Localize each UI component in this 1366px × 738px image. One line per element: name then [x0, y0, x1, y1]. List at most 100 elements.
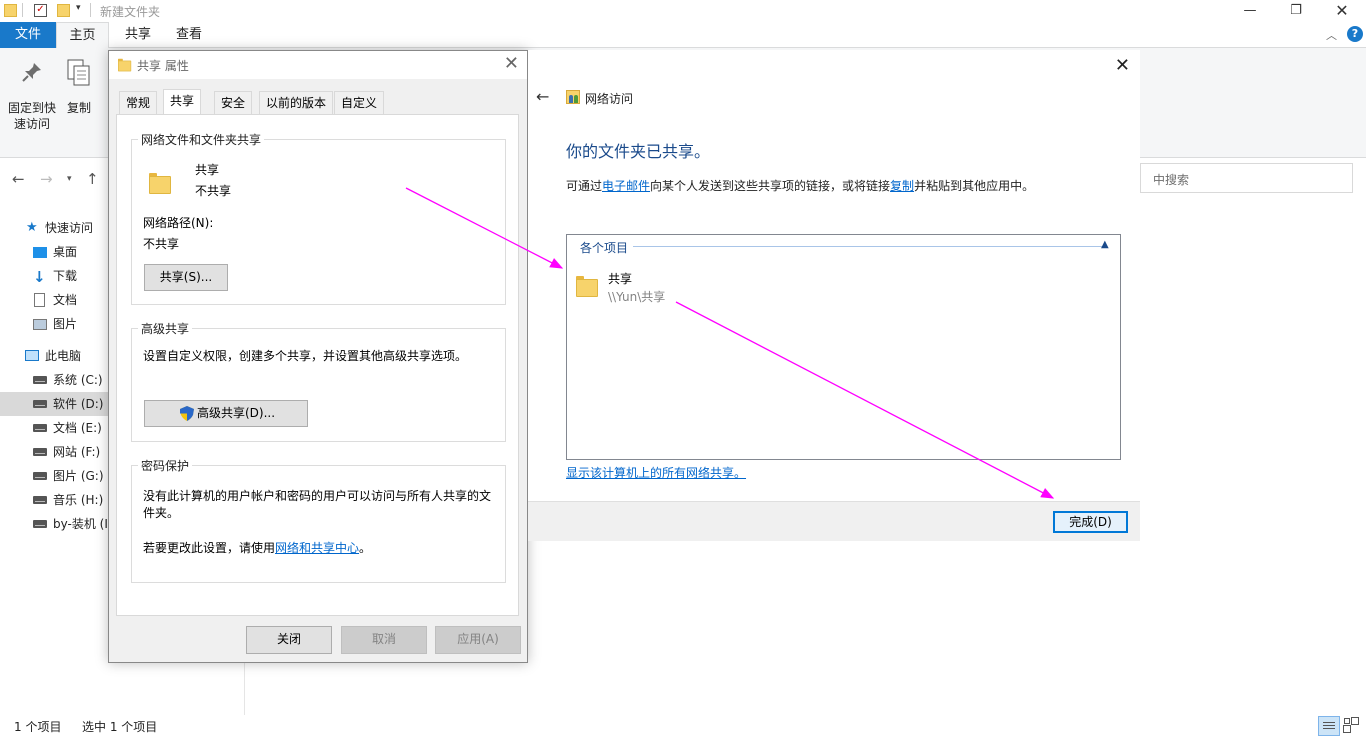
sidebar-item-label: 图片: [53, 317, 78, 331]
close-icon[interactable]: ✕: [504, 53, 519, 74]
back-icon[interactable]: ←: [536, 87, 549, 106]
change-setting-suffix: 。: [359, 541, 372, 555]
network-users-icon: [566, 90, 580, 104]
tab-general[interactable]: 常规: [119, 91, 158, 114]
wizard-footer: 完成(D): [528, 501, 1140, 541]
group-divider: [633, 246, 1103, 247]
sidebar-item-label: 文档: [53, 293, 78, 307]
network-path-value: 不共享: [143, 237, 180, 251]
drive-icon: [33, 496, 47, 504]
tab-sharing[interactable]: 共享: [163, 89, 202, 115]
folder-share-state: 不共享: [195, 184, 232, 198]
tab-customize[interactable]: 自定义: [334, 91, 385, 114]
desc-text: 并粘贴到其他应用中。: [914, 179, 1035, 193]
tab-previous-versions[interactable]: 以前的版本: [259, 91, 334, 114]
explorer-titlebar: ✓ ▾ 新建文件夹 — ❐ ✕: [0, 0, 1366, 22]
sidebar-item-label: by-装机 (I: [53, 517, 108, 531]
details-view-icon[interactable]: [1318, 716, 1340, 736]
close-icon[interactable]: ✕: [1319, 0, 1365, 22]
advanced-sharing-group: 高级共享 设置自定义权限，创建多个共享，并设置其他高级共享选项。 高级共享(D)…: [131, 320, 506, 442]
advanced-sharing-description: 设置自定义权限，创建多个共享，并设置其他高级共享选项。: [143, 349, 468, 363]
sharing-panel: 网络文件和文件夹共享 共享 不共享 网络路径(N): 不共享 共享(S)... …: [116, 114, 519, 616]
group-title: 网络文件和文件夹共享: [138, 131, 265, 148]
back-icon[interactable]: ←: [12, 170, 25, 188]
status-bar: 1 个项目 选中 1 个项目: [0, 714, 1366, 738]
close-icon[interactable]: ✕: [1115, 55, 1130, 76]
email-link[interactable]: 电子邮件: [602, 179, 650, 193]
list-item[interactable]: 共享 \\Yun\共享: [573, 269, 703, 305]
large-icons-view-icon[interactable]: [1344, 718, 1360, 734]
tab-home[interactable]: 主页: [56, 22, 109, 49]
minimize-icon[interactable]: —: [1227, 0, 1273, 22]
tab-security[interactable]: 安全: [214, 91, 253, 114]
maximize-icon[interactable]: ❐: [1273, 0, 1319, 22]
copy-icon: [67, 59, 90, 86]
sidebar-item-label: 此电脑: [45, 349, 82, 363]
tab-share[interactable]: 共享: [111, 22, 165, 48]
network-path-label: 网络路径(N):: [143, 216, 214, 230]
sidebar-item-label: 软件 (D:): [53, 397, 104, 411]
folder-icon: [149, 170, 171, 194]
drive-icon: [33, 400, 47, 408]
sidebar-item-label: 音乐 (H:): [53, 493, 104, 507]
shared-item-path: \\Yun\共享: [608, 290, 666, 304]
search-placeholder: 中搜索: [1153, 173, 1190, 187]
star-icon: ★: [26, 220, 38, 235]
ribbon-tabs: 文件 主页 共享 查看 ︿ ?: [0, 22, 1366, 49]
download-icon: ↓: [33, 268, 46, 286]
copy-link[interactable]: 复制: [890, 179, 914, 193]
network-access-wizard: ✕ ← 网络访问 你的文件夹已共享。 可通过电子邮件向某个人发送到这些共享项的链…: [528, 50, 1140, 541]
drive-icon: [33, 424, 47, 432]
folder-icon: [118, 57, 132, 72]
close-button[interactable]: 关闭: [246, 626, 332, 654]
shared-items-list: 各个项目 ▲ 共享 \\Yun\共享: [566, 234, 1121, 460]
wizard-title: 网络访问: [585, 92, 634, 106]
change-setting-text: 若要更改此设置，请使用网络和共享中心。: [143, 539, 371, 556]
sidebar-item-label: 快速访问: [45, 221, 94, 235]
divider: [90, 3, 91, 17]
show-all-shares-link[interactable]: 显示该计算机上的所有网络共享。: [566, 464, 746, 481]
help-icon[interactable]: ?: [1347, 26, 1363, 42]
computer-icon: [25, 350, 39, 361]
done-button[interactable]: 完成(D): [1053, 511, 1128, 533]
cancel-button[interactable]: 取消: [341, 626, 427, 654]
network-sharing-group: 网络文件和文件夹共享 共享 不共享 网络路径(N): 不共享 共享(S)...: [131, 131, 506, 305]
tab-view[interactable]: 查看: [162, 22, 216, 48]
sidebar-item-label: 文档 (E:): [53, 421, 102, 435]
folder-icon: [4, 4, 17, 17]
network-sharing-center-link[interactable]: 网络和共享中心: [275, 541, 359, 555]
sidebar-item-label: 系统 (C:): [53, 373, 103, 387]
collapse-group-icon[interactable]: ▲: [1101, 239, 1109, 250]
item-count: 1 个项目: [14, 720, 62, 734]
copy-button[interactable]: 复制: [62, 56, 96, 132]
drive-icon: [33, 472, 47, 480]
recent-locations-icon[interactable]: ▾: [67, 174, 72, 184]
customize-toolbar-icon[interactable]: ▾: [76, 3, 81, 13]
share-button[interactable]: 共享(S)...: [144, 264, 228, 291]
sidebar-item-label: 图片 (G:): [53, 469, 104, 483]
dialog-titlebar: 共享 属性 ✕: [109, 51, 527, 79]
apply-button[interactable]: 应用(A): [435, 626, 521, 654]
windows-drive-icon: [33, 376, 47, 384]
search-input[interactable]: 中搜索: [1140, 163, 1353, 193]
properties-icon[interactable]: ✓: [34, 4, 47, 17]
advanced-sharing-button[interactable]: 高级共享(D)...: [144, 400, 308, 427]
pin-icon: [22, 63, 41, 82]
up-icon[interactable]: ↑: [86, 170, 99, 188]
drive-icon: [33, 520, 47, 528]
new-folder-icon[interactable]: [57, 4, 70, 17]
tab-file[interactable]: 文件: [0, 22, 56, 48]
dialog-title: 共享 属性: [137, 59, 189, 73]
forward-icon[interactable]: →: [40, 170, 53, 188]
change-setting-prefix: 若要更改此设置，请使用: [143, 541, 276, 555]
list-group-header: 各个项目: [580, 241, 629, 255]
folder-name: 共享: [195, 163, 220, 177]
copy-label: 复制: [66, 101, 91, 115]
divider: [22, 3, 23, 17]
pin-button[interactable]: 固定到快速访问: [6, 56, 58, 132]
desktop-icon: [33, 247, 47, 258]
window-title: 新建文件夹: [100, 5, 161, 19]
desc-text: 可通过: [566, 179, 603, 193]
collapse-ribbon-icon[interactable]: ︿: [1326, 27, 1337, 43]
sidebar-item-label: 网站 (F:): [53, 445, 101, 459]
